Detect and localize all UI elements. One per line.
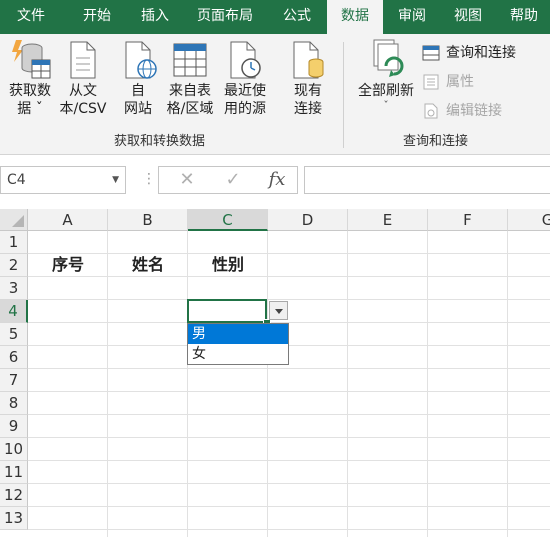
- tab-home[interactable]: 开始: [66, 0, 128, 34]
- dropdown-option-male[interactable]: 男: [188, 324, 288, 344]
- refresh-icon: [373, 39, 404, 77]
- name-box-value: C4: [7, 172, 26, 188]
- chevron-down-icon[interactable]: ▼: [112, 167, 119, 193]
- row-header-6[interactable]: 6: [0, 346, 28, 369]
- row-header-11[interactable]: 11: [0, 461, 28, 484]
- recent-sources-label: 最近使 用的源: [224, 83, 266, 117]
- tab-insert[interactable]: 插入: [124, 0, 186, 34]
- formula-input[interactable]: [304, 166, 550, 194]
- edit-links-label: 编辑链接: [446, 103, 502, 119]
- row-header-3[interactable]: 3: [0, 277, 28, 300]
- col-header-E[interactable]: E: [348, 209, 428, 231]
- from-text-csv-label: 从文 本/CSV: [59, 83, 107, 117]
- tab-review[interactable]: 审阅: [384, 0, 440, 34]
- select-all-corner[interactable]: [0, 209, 28, 231]
- drag-handle-icon[interactable]: ⋮: [142, 171, 156, 187]
- name-box[interactable]: C4 ▼: [0, 166, 126, 194]
- ribbon-data-tab: 获取数 据 ˇ 从文 本/CSV 自 网站 来自表 格/区域 最近使 用的源 现…: [0, 34, 550, 155]
- refresh-all-label: 全部刷新: [358, 83, 414, 99]
- tab-file[interactable]: 文件: [0, 0, 62, 34]
- queries-connections-label: 查询和连接: [446, 45, 516, 61]
- worksheet-grid: A B C D E F G 1 2 3 4 5 6 7 8 9 10 11 12…: [0, 209, 550, 537]
- group-label-queries: 查询和连接: [403, 134, 469, 149]
- recent-sources-button[interactable]: 最近使 用的源: [218, 38, 272, 118]
- insert-function-icon[interactable]: fx: [261, 167, 293, 193]
- select-all-triangle-icon: [12, 215, 24, 227]
- get-data-label: 获取数 据 ˇ: [9, 83, 51, 117]
- col-header-G[interactable]: G: [508, 209, 550, 231]
- existing-connections-label: 现有 连接: [294, 83, 322, 117]
- existing-connections-button[interactable]: 现有 连接: [284, 38, 332, 118]
- edit-links-icon: [424, 103, 438, 119]
- validation-dropdown-button[interactable]: [269, 301, 288, 320]
- database-icon: [12, 40, 51, 79]
- col-header-B[interactable]: B: [108, 209, 188, 231]
- formula-buttons: ✕ ✓ fx: [158, 166, 298, 194]
- refresh-all-button[interactable]: 全部刷新 ˇ: [352, 38, 420, 112]
- active-cell-C4[interactable]: [187, 299, 267, 323]
- properties-icon: [423, 74, 439, 90]
- queries-connections-icon: [422, 45, 440, 61]
- enter-check-icon[interactable]: ✓: [217, 167, 249, 193]
- row-header-12[interactable]: 12: [0, 484, 28, 507]
- get-data-button[interactable]: 获取数 据 ˇ: [4, 38, 56, 118]
- col-header-D[interactable]: D: [268, 209, 348, 231]
- row-header-10[interactable]: 10: [0, 438, 28, 461]
- validation-dropdown-list: 男 女: [187, 323, 289, 365]
- table-icon: [173, 43, 207, 77]
- from-text-csv-button[interactable]: 从文 本/CSV: [56, 38, 110, 118]
- row-header-5[interactable]: 5: [0, 323, 28, 346]
- row-header-9[interactable]: 9: [0, 415, 28, 438]
- group-separator: [343, 42, 344, 148]
- row-header-13[interactable]: 13: [0, 507, 28, 530]
- from-table-range-label: 来自表 格/区域: [166, 83, 214, 117]
- row-header-4[interactable]: 4: [0, 300, 28, 323]
- tab-view[interactable]: 视图: [440, 0, 496, 34]
- cell-A2[interactable]: 序号: [28, 254, 108, 277]
- row-header-8[interactable]: 8: [0, 392, 28, 415]
- formula-bar: C4 ▼ ⋮ ✕ ✓ fx: [0, 155, 550, 205]
- row-header-7[interactable]: 7: [0, 369, 28, 392]
- web-page-icon: [125, 41, 157, 79]
- text-file-icon: [70, 41, 96, 79]
- cell-B2[interactable]: 姓名: [108, 254, 188, 277]
- ribbon-tab-bar: 文件 开始 插入 页面布局 公式 数据 审阅 视图 帮助: [0, 0, 550, 34]
- col-header-C[interactable]: C: [188, 209, 268, 231]
- group-label-get-transform: 获取和转换数据: [114, 134, 206, 149]
- from-web-button[interactable]: 自 网站: [118, 38, 158, 118]
- dropdown-option-female[interactable]: 女: [188, 344, 288, 364]
- properties-label: 属性: [446, 74, 474, 90]
- properties-button[interactable]: 属性: [422, 71, 474, 93]
- from-table-range-button[interactable]: 来自表 格/区域: [162, 38, 218, 118]
- refresh-all-dropdown-arrow[interactable]: ˇ: [352, 100, 420, 112]
- col-header-F[interactable]: F: [428, 209, 508, 231]
- cancel-icon[interactable]: ✕: [171, 167, 203, 193]
- row-header-2[interactable]: 2: [0, 254, 28, 277]
- edit-links-button[interactable]: 编辑链接: [422, 100, 502, 122]
- tab-formulas[interactable]: 公式: [266, 0, 328, 34]
- cell-C2[interactable]: 性别: [188, 254, 268, 277]
- queries-connections-button[interactable]: 查询和连接: [422, 42, 516, 64]
- row-header-1[interactable]: 1: [0, 231, 28, 254]
- tab-page-layout[interactable]: 页面布局: [186, 0, 264, 34]
- col-header-A[interactable]: A: [28, 209, 108, 231]
- recent-sources-icon: [230, 41, 261, 79]
- existing-connections-icon: [293, 41, 324, 79]
- tab-help[interactable]: 帮助: [496, 0, 550, 34]
- from-web-label: 自 网站: [124, 83, 152, 117]
- tab-data[interactable]: 数据: [327, 0, 383, 34]
